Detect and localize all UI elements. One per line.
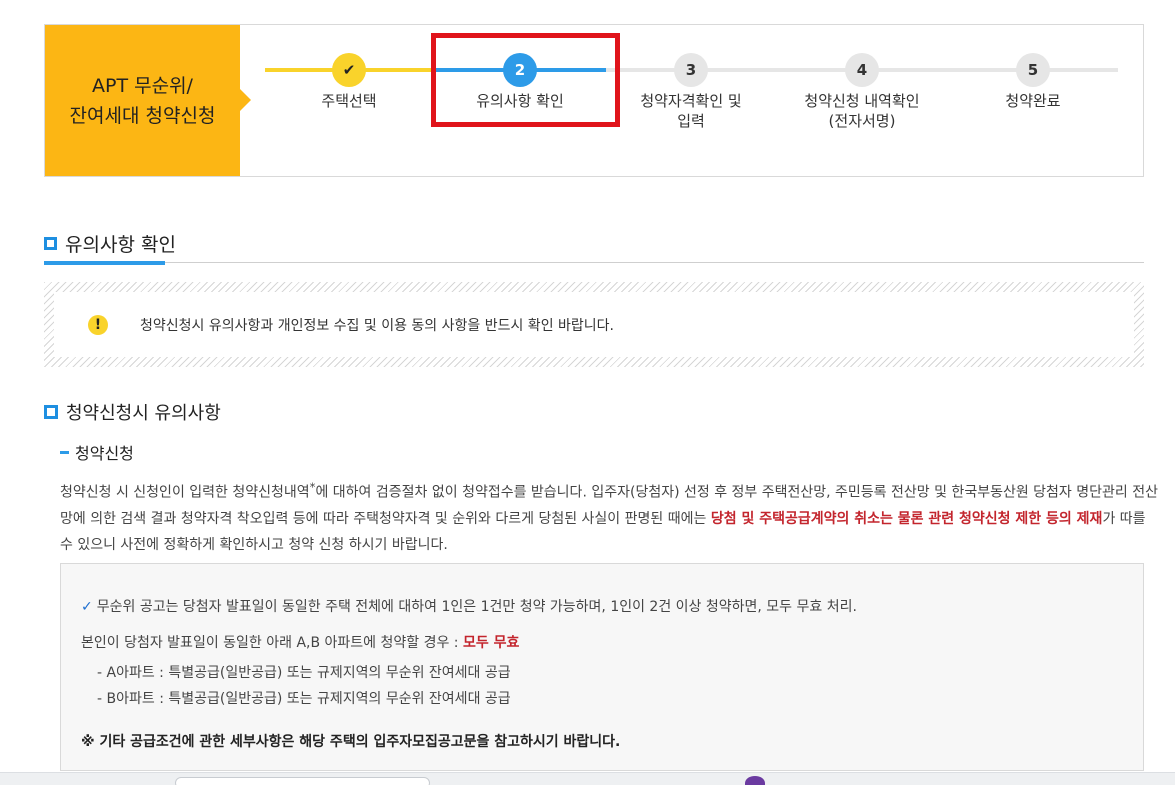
notice-inner: ! 청약신청시 유의사항과 개인정보 수집 및 이용 동의 사항을 반드시 확인…	[54, 292, 1134, 357]
rules-box: ✓ 무순위 공고는 당첨자 발표일이 동일한 주택 전체에 대하여 1인은 1건만…	[60, 563, 1144, 771]
page-title-text: 유의사항 확인	[65, 234, 176, 256]
rule-note: ※ 기타 공급조건에 관한 세부사항은 해당 주택의 입주자모집공고문을 참고하…	[81, 734, 621, 750]
step-3-label-line2: 입력	[677, 112, 705, 130]
check-icon: ✓	[81, 599, 93, 615]
rule-line-2: 본인이 당첨자 발표일이 동일한 아래 A,B 아파트에 청약할 경우 : 모두…	[81, 632, 519, 652]
step-3-circle: 3	[674, 53, 708, 87]
active-step-highlight	[431, 33, 620, 127]
step-4-circle: 4	[845, 53, 879, 87]
para-warning-text: 당첨 및 주택공급계약의 취소는 물론 관련 청약신청 제한 등의 제재	[710, 510, 1103, 527]
dash-heading: 청약신청	[60, 440, 134, 464]
rule-line-3: - A아파트 : 특별공급(일반공급) 또는 규제지역의 무순위 잔여세대 공급	[97, 665, 511, 681]
step-header-title: APT 무순위/ 잔여세대 청약신청	[45, 25, 251, 176]
step-3-label-line1: 청약자격확인 및	[640, 92, 742, 110]
bottom-avatar-icon[interactable]	[745, 776, 765, 785]
dash-icon	[60, 450, 69, 454]
rule-line-1: ✓ 무순위 공고는 당첨자 발표일이 동일한 주택 전체에 대하여 1인은 1건만…	[81, 596, 857, 616]
step-5-label: 청약완료	[1005, 92, 1061, 110]
step-4-label-line2: (전자서명)	[828, 112, 896, 130]
dash-heading-text: 청약신청	[75, 444, 134, 463]
sub-section-title: 청약신청시 유의사항	[44, 399, 221, 425]
rule-line-4: - B아파트 : 특별공급(일반공급) 또는 규제지역의 무순위 잔여세대 공급	[97, 691, 511, 707]
step-3-label: 청약자격확인 및 입력	[616, 91, 766, 131]
caution-paragraph: 청약신청 시 신청인이 입력한 청약신청내역*에 대하여 검증절차 없이 청약접…	[60, 474, 1160, 558]
title-divider	[44, 262, 1144, 263]
page-title: 유의사항 확인	[44, 230, 176, 257]
step-1-check-icon: ✔	[332, 53, 366, 87]
exclamation-icon: !	[88, 314, 108, 335]
step-header-title-line2: 잔여세대 청약신청	[69, 104, 216, 127]
step-5-circle: 5	[1016, 53, 1050, 87]
notice-box: ! 청약신청시 유의사항과 개인정보 수집 및 이용 동의 사항을 반드시 확인…	[44, 282, 1144, 367]
step-4-label-line1: 청약신청 내역확인	[804, 92, 920, 110]
rule-line-2-red: 모두 무효	[462, 635, 520, 651]
para-text-1: 청약신청 시 신청인이 입력한 청약신청내역	[60, 484, 310, 501]
title-accent-bar	[44, 261, 165, 265]
bottom-pill[interactable]	[175, 777, 430, 785]
square-bullet-icon	[44, 405, 58, 419]
notice-text: 청약신청시 유의사항과 개인정보 수집 및 이용 동의 사항을 반드시 확인 바…	[140, 317, 614, 334]
step-progress-header: APT 무순위/ 잔여세대 청약신청 ✔ 주택선택 2 유의사항 확인 3 청약…	[44, 24, 1144, 177]
bottom-bar	[0, 772, 1175, 785]
step-header-title-line1: APT 무순위/	[92, 74, 193, 97]
square-bullet-icon	[44, 237, 57, 250]
rule-line-2-text: 본인이 당첨자 발표일이 동일한 아래 A,B 아파트에 청약할 경우 :	[81, 635, 463, 651]
step-4-label: 청약신청 내역확인 (전자서명)	[787, 91, 937, 131]
sub-section-title-text: 청약신청시 유의사항	[66, 403, 221, 424]
rule-line-1-text: 무순위 공고는 당첨자 발표일이 동일한 주택 전체에 대하여 1인은 1건만 …	[96, 599, 857, 615]
step-1-label: 주택선택	[321, 92, 377, 110]
